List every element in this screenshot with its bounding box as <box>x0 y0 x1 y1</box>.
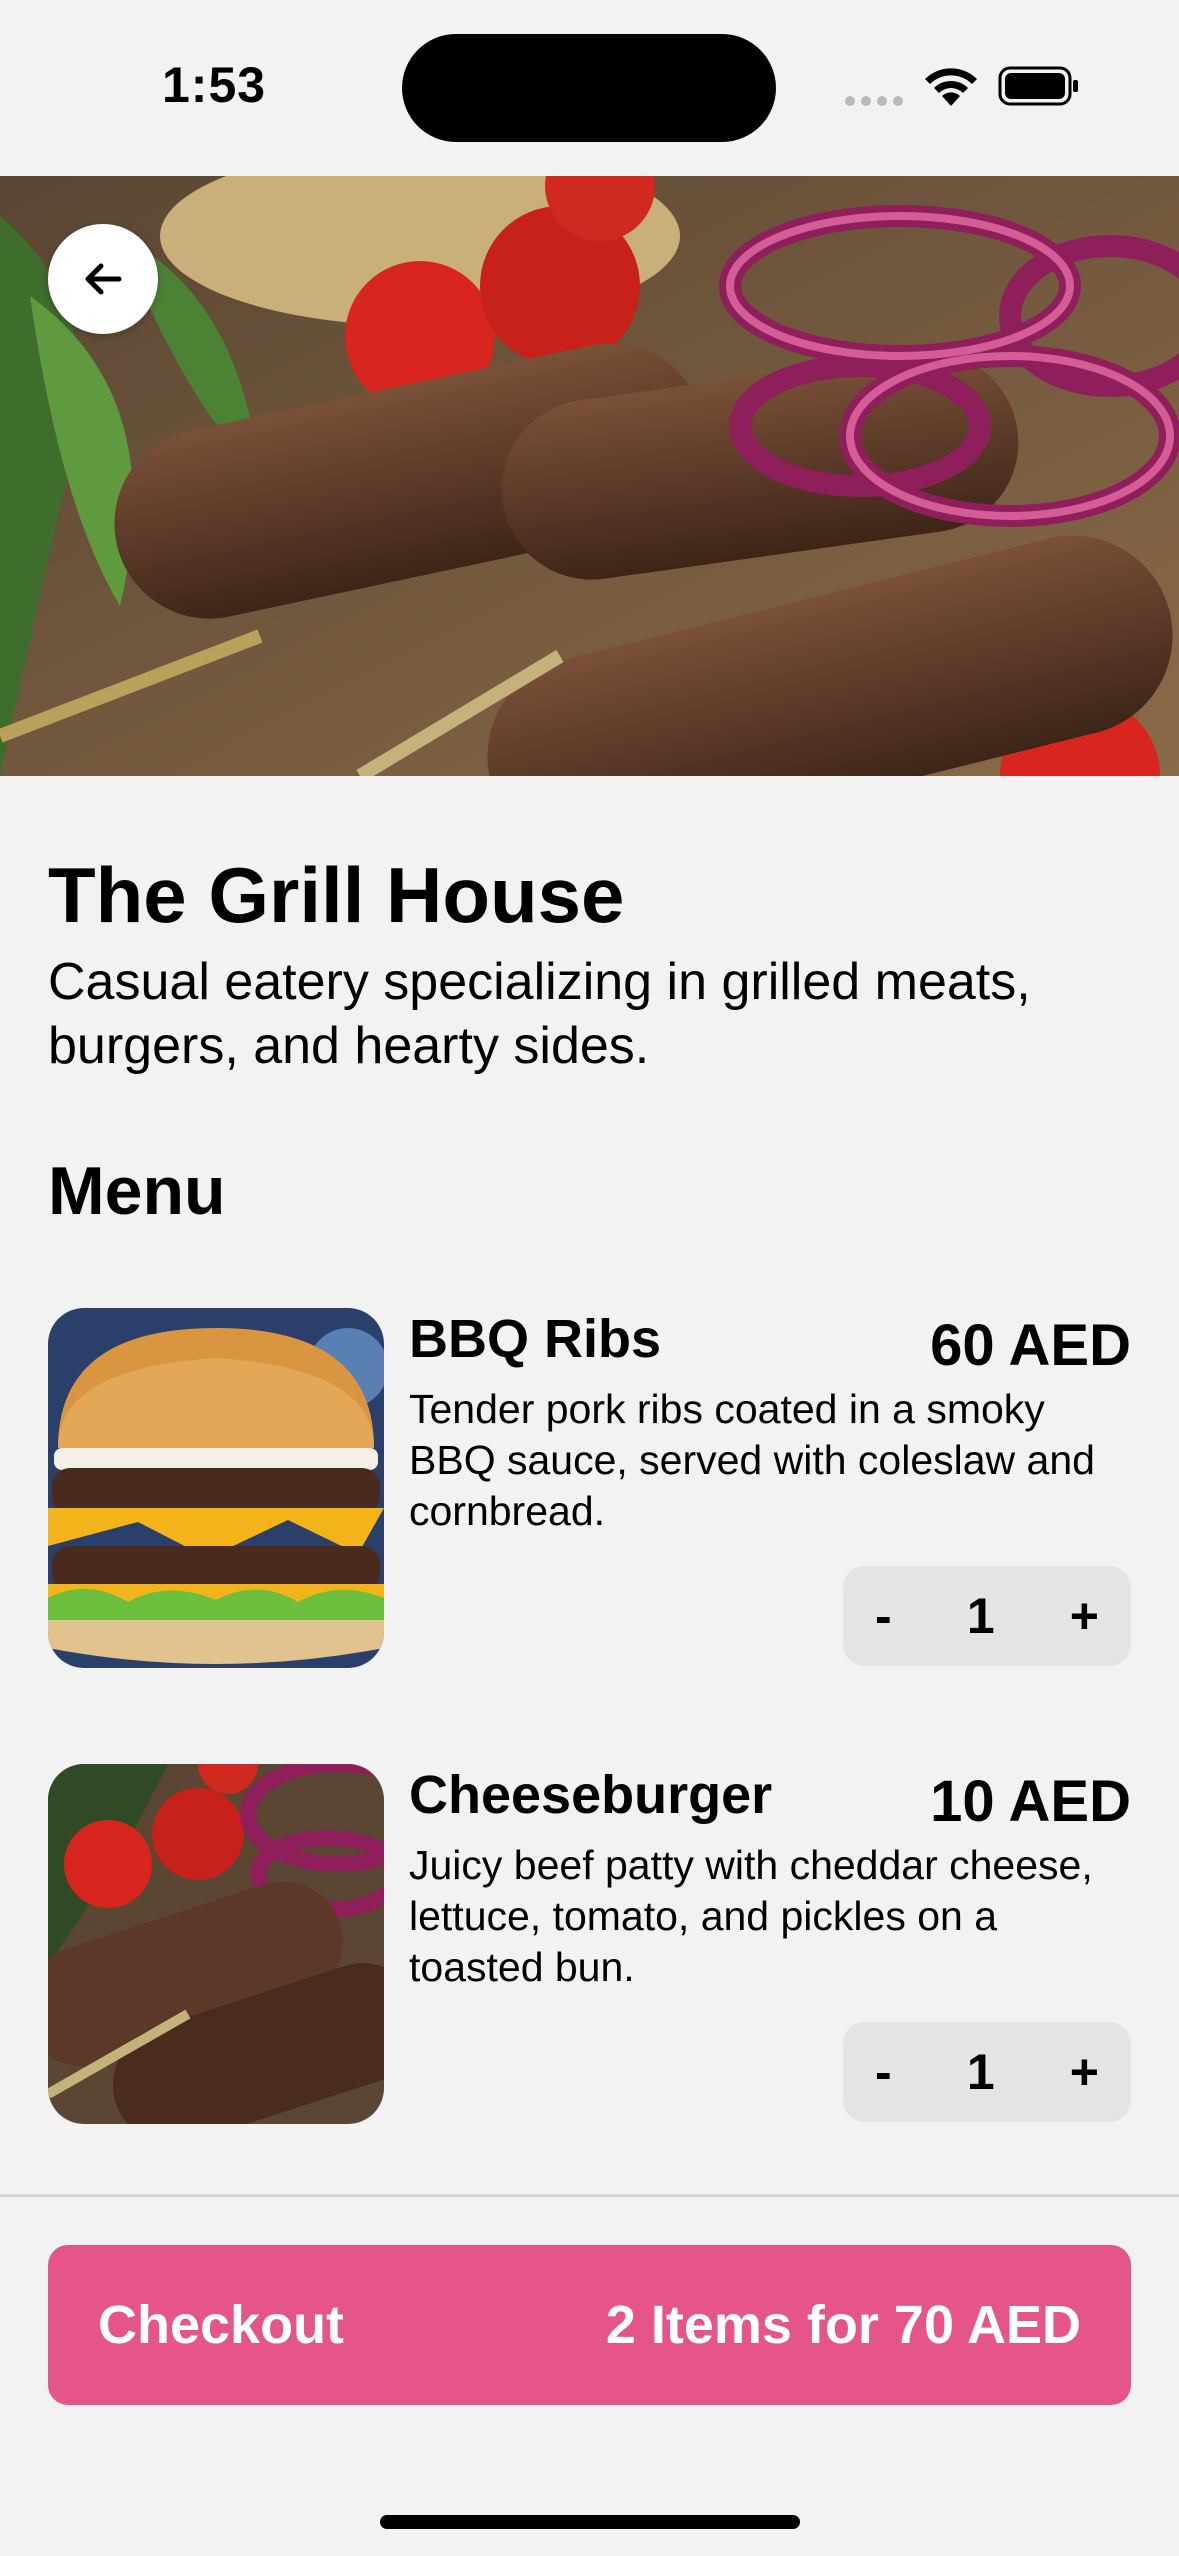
checkout-summary: 2 Items for 70 AED <box>605 2295 1081 2355</box>
quantity-stepper: - 1 + <box>843 2022 1131 2122</box>
increase-button[interactable]: + <box>1070 1587 1099 1645</box>
checkout-button[interactable]: Checkout 2 Items for 70 AED <box>48 2245 1131 2405</box>
battery-icon <box>998 66 1078 106</box>
menu-item-name: BBQ Ribs <box>409 1309 662 1369</box>
menu-item-description: Tender pork ribs coated in a smoky BBQ s… <box>409 1386 1095 1534</box>
menu-item-price: 10 AED <box>930 1769 1131 1834</box>
wifi-icon <box>925 68 977 106</box>
restaurant-description: Casual eatery specializing in grilled me… <box>48 953 1031 1075</box>
menu-item: BBQ Ribs 60 AED Tender pork ribs coated … <box>48 1308 1131 1670</box>
menu-item-description: Juicy beef patty with cheddar cheese, le… <box>409 1842 1093 1990</box>
arrow-left-icon <box>85 263 122 295</box>
status-bar: 1:53 <box>0 0 1179 176</box>
hero-image <box>0 176 1179 776</box>
back-button[interactable] <box>48 224 158 334</box>
home-indicator <box>380 2515 800 2529</box>
dynamic-island <box>402 34 776 142</box>
menu-item-image <box>48 1308 384 1668</box>
status-time: 1:53 <box>162 57 267 113</box>
menu-item-price: 60 AED <box>930 1313 1131 1378</box>
menu-heading: Menu <box>48 1153 226 1229</box>
divider <box>0 2194 1179 2197</box>
menu-item-name: Cheeseburger <box>409 1765 773 1825</box>
quantity-value: 1 <box>966 1588 995 1644</box>
cellular-signal-icon <box>845 96 903 106</box>
quantity-stepper: - 1 + <box>843 1566 1131 1666</box>
restaurant-name: The Grill House <box>48 851 625 939</box>
quantity-value: 1 <box>966 2044 995 2100</box>
menu-item: Cheeseburger 10 AED Juicy beef patty wit… <box>48 1764 1131 2126</box>
decrease-button[interactable]: - <box>875 1587 892 1645</box>
menu-item-image <box>48 1764 384 2124</box>
increase-button[interactable]: + <box>1070 2043 1099 2101</box>
decrease-button[interactable]: - <box>875 2043 892 2101</box>
checkout-label: Checkout <box>98 2295 345 2355</box>
